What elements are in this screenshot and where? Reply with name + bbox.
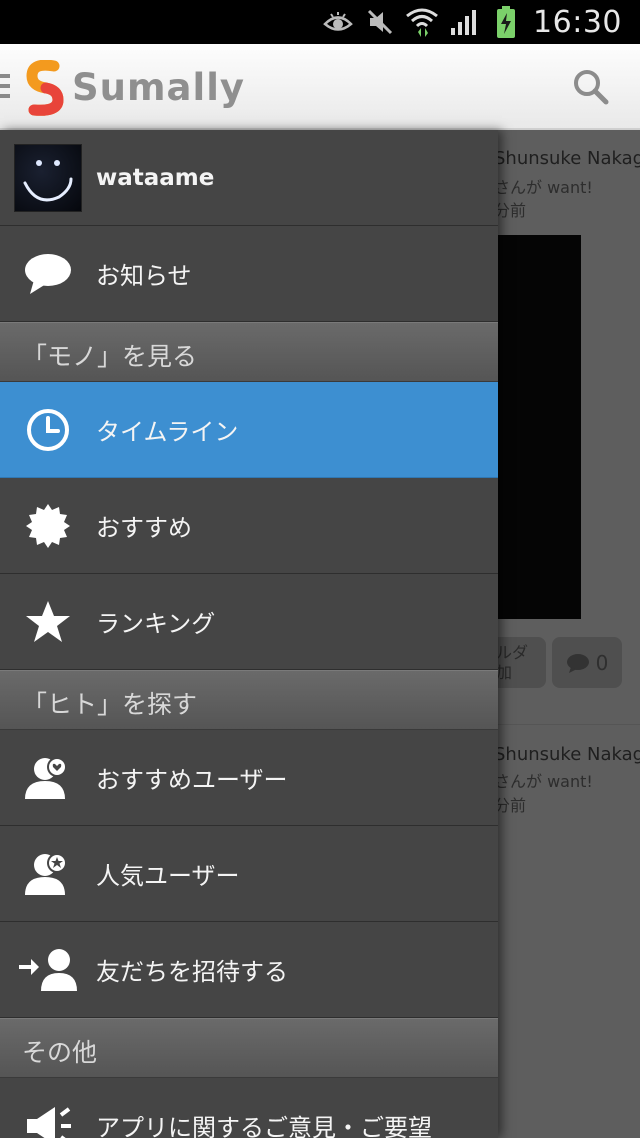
feed-photo[interactable] xyxy=(494,235,581,619)
mute-icon xyxy=(363,5,397,39)
battery-charging-icon xyxy=(489,5,523,39)
app-brand: Sumally xyxy=(72,66,245,109)
status-time: 16:30 xyxy=(533,4,622,40)
search-icon[interactable] xyxy=(566,62,616,112)
eye-icon xyxy=(321,5,355,39)
action-bar: Sumally xyxy=(0,44,640,130)
speech-bubble-icon xyxy=(22,248,74,300)
invite-user-icon xyxy=(16,944,80,996)
user-heart-icon xyxy=(22,752,74,804)
star-icon xyxy=(22,596,74,648)
feed-action: さんが want! xyxy=(494,772,593,791)
menu-feedback[interactable]: アプリに関するご意見・ご要望 xyxy=(0,1078,498,1138)
menu-ranking[interactable]: ランキング xyxy=(0,574,498,670)
avatar xyxy=(14,144,82,212)
section-header-other: その他 xyxy=(0,1018,498,1078)
section-header-items: 「モノ」を見る xyxy=(0,322,498,382)
section-title: その他 xyxy=(22,1038,98,1067)
menu-ranking-label: ランキング xyxy=(96,610,216,638)
menu-notifications[interactable]: お知らせ xyxy=(0,226,498,322)
user-star-icon xyxy=(22,848,74,900)
folder-label-2: 加 xyxy=(496,663,513,682)
navigation-drawer: wataame お知らせ 「モノ」を見る タイムライン おすすめ ランキング 「… xyxy=(0,130,498,1138)
menu-icon[interactable] xyxy=(0,74,10,100)
feed-action: さんが want! xyxy=(494,178,593,197)
megaphone-icon xyxy=(22,1100,74,1138)
menu-timeline[interactable]: タイムライン xyxy=(0,382,498,478)
profile-row[interactable]: wataame xyxy=(0,130,498,226)
feed-time: 分前 xyxy=(494,796,527,815)
comment-button[interactable]: 0 xyxy=(552,637,622,688)
menu-recommended-users[interactable]: おすすめユーザー xyxy=(0,730,498,826)
feed-user-name[interactable]: Shunsuke Nakag... xyxy=(494,148,640,169)
signal-icon xyxy=(447,5,481,39)
menu-feedback-label: アプリに関するご意見・ご要望 xyxy=(96,1114,432,1138)
wifi-icon xyxy=(405,5,439,39)
logo-icon[interactable] xyxy=(24,59,64,116)
menu-popular-users[interactable]: 人気ユーザー xyxy=(0,826,498,922)
section-title: 「ヒト」を探す xyxy=(22,690,198,719)
comment-count: 0 xyxy=(595,650,609,675)
clock-icon xyxy=(22,404,74,456)
status-bar: 16:30 xyxy=(0,0,640,44)
menu-recommended[interactable]: おすすめ xyxy=(0,478,498,574)
comment-icon xyxy=(566,653,589,673)
folder-label-1: ルダ xyxy=(496,643,529,662)
menu-timeline-label: タイムライン xyxy=(96,418,239,446)
menu-invite-friends[interactable]: 友だちを招待する xyxy=(0,922,498,1018)
menu-popular-users-label: 人気ユーザー xyxy=(96,862,240,890)
menu-recommended-label: おすすめ xyxy=(96,514,192,542)
badge-icon xyxy=(22,500,74,552)
menu-invite-friends-label: 友だちを招待する xyxy=(96,958,288,986)
menu-notifications-label: お知らせ xyxy=(96,262,192,290)
menu-recommended-users-label: おすすめユーザー xyxy=(96,766,288,794)
profile-username: wataame xyxy=(96,164,215,191)
section-title: 「モノ」を見る xyxy=(22,342,198,371)
feed-time: 分前 xyxy=(494,201,527,220)
feed-divider xyxy=(494,724,640,725)
section-header-people: 「ヒト」を探す xyxy=(0,670,498,730)
feed-user-name[interactable]: Shunsuke Nakag... xyxy=(494,744,640,765)
